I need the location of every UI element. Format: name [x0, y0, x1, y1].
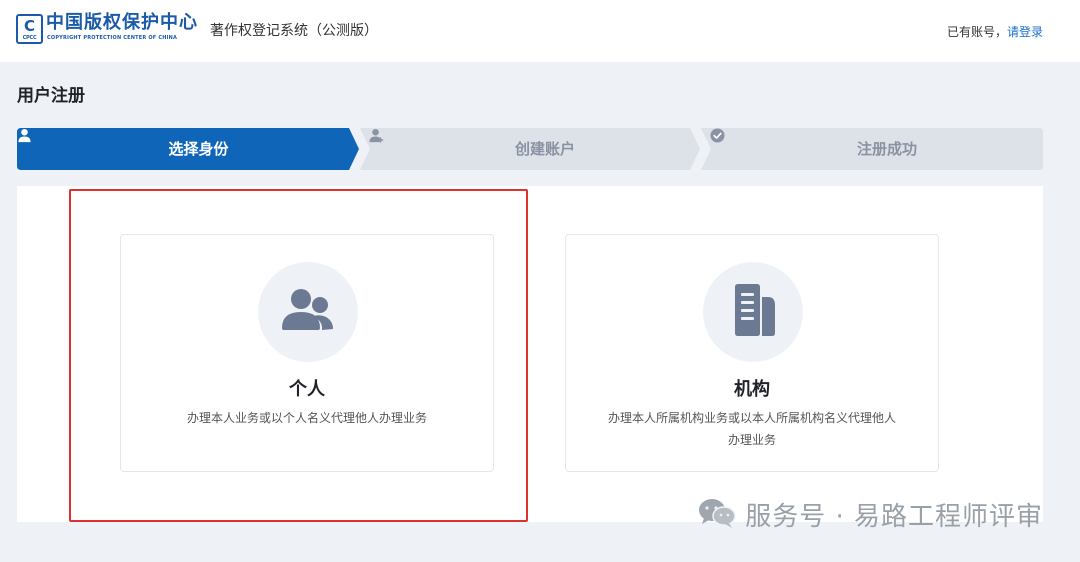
- wechat-icon: [697, 497, 737, 538]
- logo-mark-letter: C: [23, 17, 35, 35]
- user-icon: [18, 128, 162, 157]
- card-title: 机构: [734, 379, 770, 400]
- step-create-account: 创建账户: [369, 128, 700, 170]
- step-label: 创建账户: [514, 140, 575, 158]
- organization-identity-card[interactable]: 机构 办理本人所属机构业务或以本人所属机构名义代理他人办理业务: [565, 234, 939, 472]
- login-prompt: 已有账号，: [946, 25, 1007, 39]
- card-title: 个人: [289, 379, 325, 400]
- card-description: 办理本人所属机构业务或以本人所属机构名义代理他人办理业务: [607, 411, 896, 447]
- logo-icon: C CPCC: [16, 14, 43, 44]
- identity-panel: 个人 办理本人业务或以个人名义代理他人办理业务 机构 办理本人所属机构业务或以本…: [17, 186, 1043, 522]
- logo-mark-sub: CPCC: [22, 35, 37, 41]
- logo-english-name: COPYRIGHT PROTECTION CENTER OF CHINA: [47, 35, 178, 41]
- watermark-text: 服务号 · 易路工程师评审: [745, 502, 1043, 532]
- card-icon-circle: [703, 262, 803, 362]
- login-link[interactable]: 请登录: [1007, 25, 1043, 39]
- step-select-identity: 选择身份: [17, 128, 359, 170]
- people-icon: [280, 286, 336, 338]
- watermark: 服务号 · 易路工程师评审: [697, 498, 1043, 534]
- step-label: 选择身份: [168, 140, 229, 158]
- system-title: 著作权登记系统（公测版）: [210, 23, 378, 39]
- login-area: 已有账号，请登录: [947, 24, 1043, 40]
- step-register-success: 注册成功: [710, 128, 1043, 170]
- personal-identity-card[interactable]: 个人 办理本人业务或以个人名义代理他人办理业务: [120, 234, 494, 472]
- building-icon: [727, 283, 779, 341]
- logo-chinese-name: 中国版权保护中心: [46, 12, 198, 33]
- check-circle-icon: [710, 128, 851, 157]
- registration-steps: 选择身份 创建账户 注册成功: [17, 128, 1043, 170]
- step-label: 注册成功: [856, 140, 917, 158]
- top-header: C CPCC 中国版权保护中心 COPYRIGHT PROTECTION CEN…: [0, 0, 1080, 62]
- card-description: 办理本人业务或以个人名义代理他人办理业务: [186, 411, 427, 425]
- user-add-icon: [369, 128, 509, 157]
- card-icon-circle: [258, 262, 358, 362]
- page-title: 用户注册: [17, 86, 85, 106]
